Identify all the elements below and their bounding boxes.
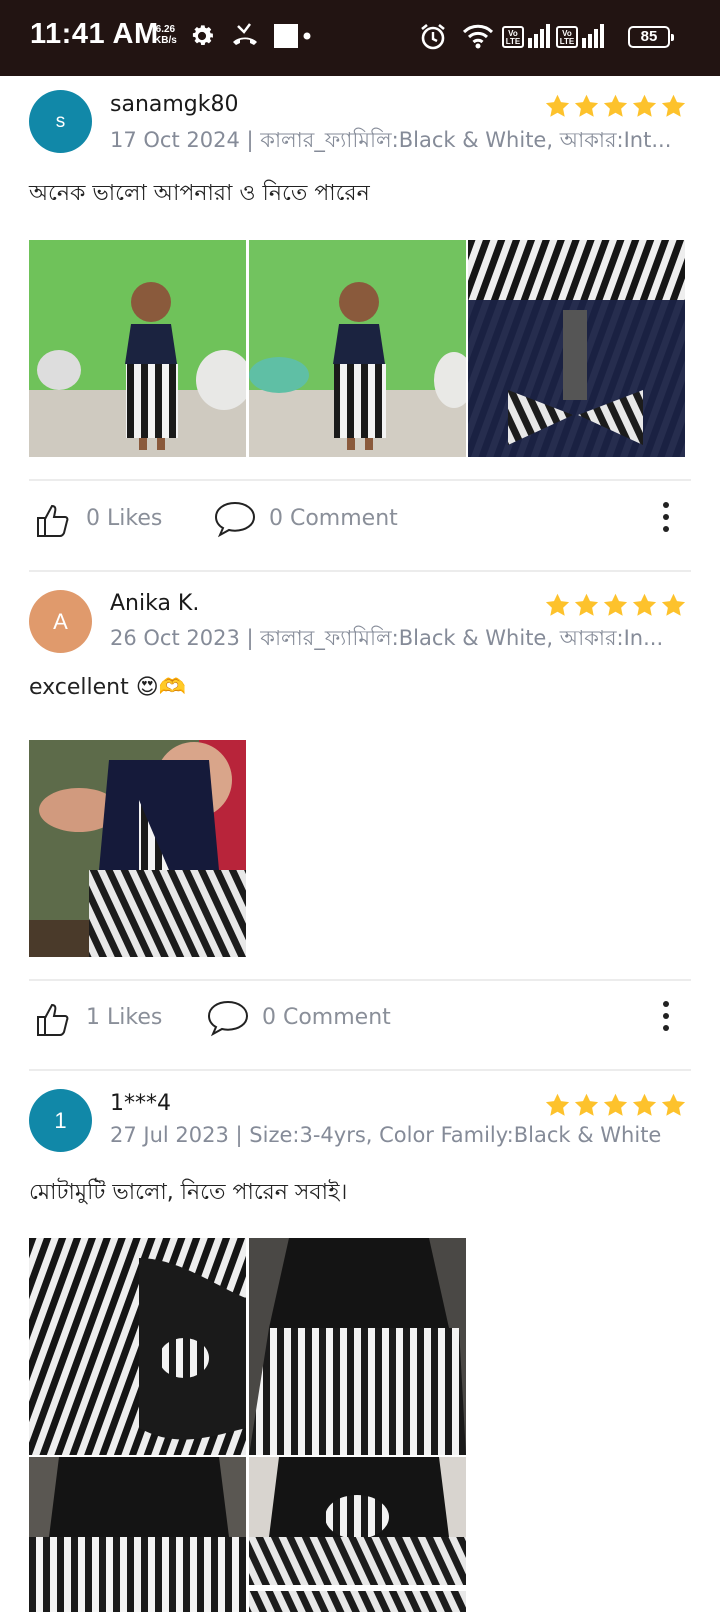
comment-icon[interactable]: [214, 500, 256, 542]
star-icon: [603, 593, 628, 616]
divider: [29, 570, 691, 572]
divider: [29, 479, 691, 481]
network-speed: 6.26 KB/s: [154, 24, 177, 46]
star-icon: [603, 1093, 628, 1116]
review-photo[interactable]: [249, 1457, 466, 1612]
review-photo[interactable]: [249, 240, 466, 457]
review-photo[interactable]: [468, 240, 685, 457]
reviewer-name: sanamgk80: [110, 92, 239, 117]
review-text: অনেক ভালো আপনারা ও নিতে পারেন: [29, 181, 370, 206]
review-actions: 1 Likes 0 Comment: [0, 995, 720, 1045]
review-photo[interactable]: [29, 240, 246, 457]
star-icon: [632, 1093, 657, 1116]
star-icon: [661, 94, 686, 117]
reviewer-name: Anika K.: [110, 591, 200, 616]
volte-badge: Vo LTE: [502, 26, 524, 48]
divider: [29, 979, 691, 981]
review-actions: 0 Likes 0 Comment: [0, 496, 720, 546]
comments-count[interactable]: 0 Comment: [262, 1005, 391, 1030]
star-icon: [545, 1093, 570, 1116]
star-icon: [632, 94, 657, 117]
alarm-icon: [418, 22, 448, 52]
missed-call-icon: [230, 22, 260, 50]
review-photo[interactable]: [29, 1457, 246, 1612]
likes-count[interactable]: 1 Likes: [86, 1005, 162, 1030]
signal-icon: [528, 24, 552, 48]
star-icon: [574, 593, 599, 616]
likes-count[interactable]: 0 Likes: [86, 506, 162, 531]
star-rating: [544, 93, 687, 120]
volte-badge: Vo LTE: [556, 26, 578, 48]
wifi-icon: [462, 22, 494, 50]
comment-icon[interactable]: [207, 999, 249, 1041]
gear-icon: [188, 22, 216, 50]
star-icon: [661, 1093, 686, 1116]
review-meta: 26 Oct 2023 | কালার_ফ্যামিলি:Black & Whi…: [110, 626, 664, 650]
review-photo[interactable]: [29, 1238, 246, 1455]
star-icon: [603, 94, 628, 117]
star-icon: [574, 1093, 599, 1116]
star-rating: [544, 1092, 687, 1119]
star-icon: [574, 94, 599, 117]
clock: 11:41 AM: [30, 18, 159, 50]
signal-icon: [582, 24, 606, 48]
star-icon: [545, 94, 570, 117]
star-icon: [632, 593, 657, 616]
status-bar: 11:41 AM 6.26 KB/s Vo LTE Vo LTE 85: [0, 0, 720, 76]
review-text: মোটামুটি ভালো, নিতে পারেন সবাই।: [29, 1180, 348, 1205]
avatar: A: [29, 590, 92, 653]
review-photo[interactable]: [249, 1238, 466, 1455]
thumbs-up-icon[interactable]: [36, 1001, 70, 1041]
star-icon: [545, 593, 570, 616]
comments-count[interactable]: 0 Comment: [269, 506, 398, 531]
battery-icon: 85: [628, 26, 674, 48]
review-text: excellent 😍🫶: [29, 675, 187, 700]
square-notification-icon: [274, 22, 314, 50]
avatar: 1: [29, 1089, 92, 1152]
reviewer-name: 1***4: [110, 1091, 171, 1116]
divider: [29, 1069, 691, 1071]
star-icon: [661, 593, 686, 616]
more-options-icon[interactable]: [658, 502, 674, 538]
review-photo[interactable]: [29, 740, 246, 957]
star-rating: [544, 592, 687, 619]
more-options-icon[interactable]: [658, 1001, 674, 1037]
review-meta: 27 Jul 2023 | Size:3-4yrs, Color Family:…: [110, 1123, 662, 1147]
avatar: s: [29, 90, 92, 153]
review-meta: 17 Oct 2024 | কালার_ফ্যামিলি:Black & Whi…: [110, 128, 672, 152]
thumbs-up-icon[interactable]: [36, 502, 70, 542]
